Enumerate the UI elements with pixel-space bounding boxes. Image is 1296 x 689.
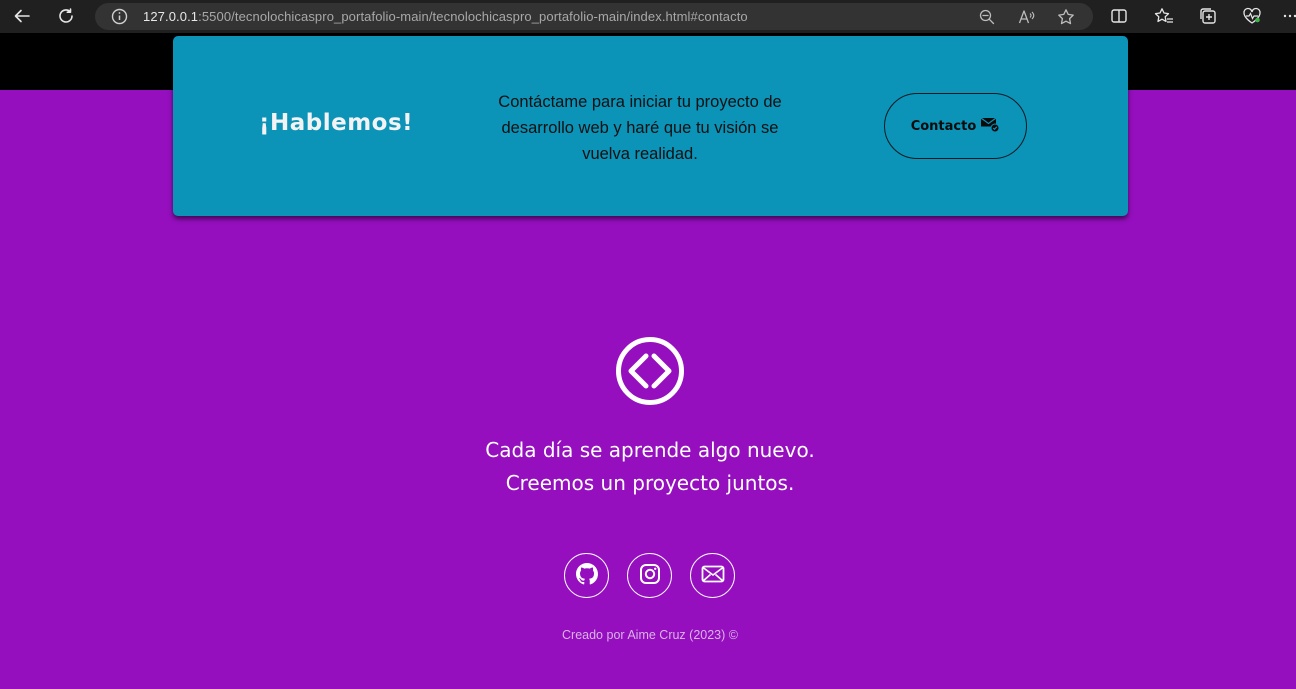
favorites-icon[interactable] [1152, 4, 1176, 28]
instagram-link[interactable] [627, 553, 672, 598]
footer-tagline: Cada día se aprende algo nuevo. Creemos … [400, 434, 900, 500]
url-path: :5500/tecnolochicaspro_portafolio-main/t… [198, 9, 748, 24]
code-logo-icon [615, 336, 685, 406]
more-icon[interactable] [1282, 4, 1296, 28]
instagram-icon [639, 563, 661, 589]
url-text: 127.0.0.1:5500/tecnolochicaspro_portafol… [143, 9, 748, 24]
collections-icon[interactable] [1196, 4, 1220, 28]
reload-icon[interactable] [53, 3, 79, 29]
cta-title: ¡Hablemos! [259, 110, 414, 136]
tagline-line-1: Cada día se aprende algo nuevo. [485, 438, 815, 462]
contact-button[interactable]: Contacto [884, 93, 1027, 159]
url-host: 127.0.0.1 [143, 9, 199, 24]
browser-toolbar: 127.0.0.1:5500/tecnolochicaspro_portafol… [0, 0, 1296, 33]
contact-button-label: Contacto [910, 118, 977, 134]
cta-description: Contáctame para iniciar tu proyecto de d… [498, 93, 782, 163]
zoom-out-icon[interactable] [976, 6, 998, 28]
envelope-check-icon [980, 115, 1000, 137]
github-icon [575, 562, 598, 589]
favorite-star-icon[interactable] [1055, 6, 1077, 28]
site-info-icon[interactable] [111, 8, 128, 29]
back-arrow-icon[interactable] [9, 3, 35, 29]
split-screen-icon[interactable] [1107, 4, 1131, 28]
email-link[interactable] [690, 553, 735, 598]
contact-cta-card: ¡Hablemos! Contáctame para iniciar tu pr… [173, 36, 1128, 216]
tagline-line-2: Creemos un proyecto juntos. [505, 471, 795, 495]
github-link[interactable] [564, 553, 609, 598]
footer-credit: Creado por Aime Cruz (2023) © [562, 628, 738, 642]
address-bar[interactable]: 127.0.0.1:5500/tecnolochicaspro_portafol… [95, 3, 1093, 30]
envelope-icon [701, 564, 725, 588]
browser-essentials-icon[interactable] [1240, 4, 1264, 28]
read-aloud-icon[interactable] [1016, 6, 1038, 28]
